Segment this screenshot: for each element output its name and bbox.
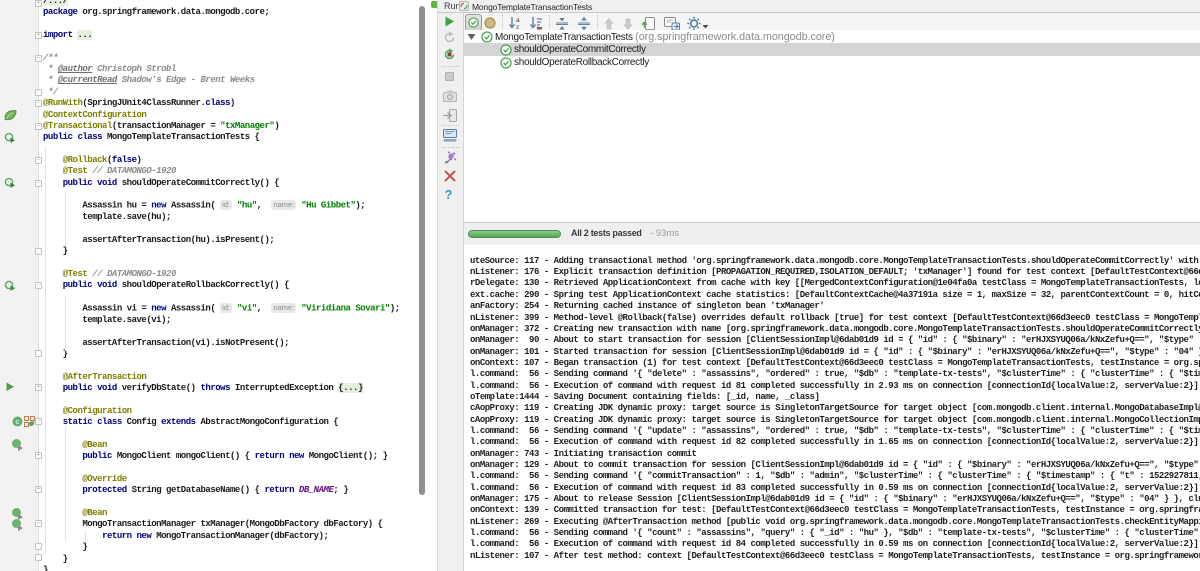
svg-text:a: a <box>516 17 520 24</box>
svg-text:c: c <box>16 419 20 426</box>
